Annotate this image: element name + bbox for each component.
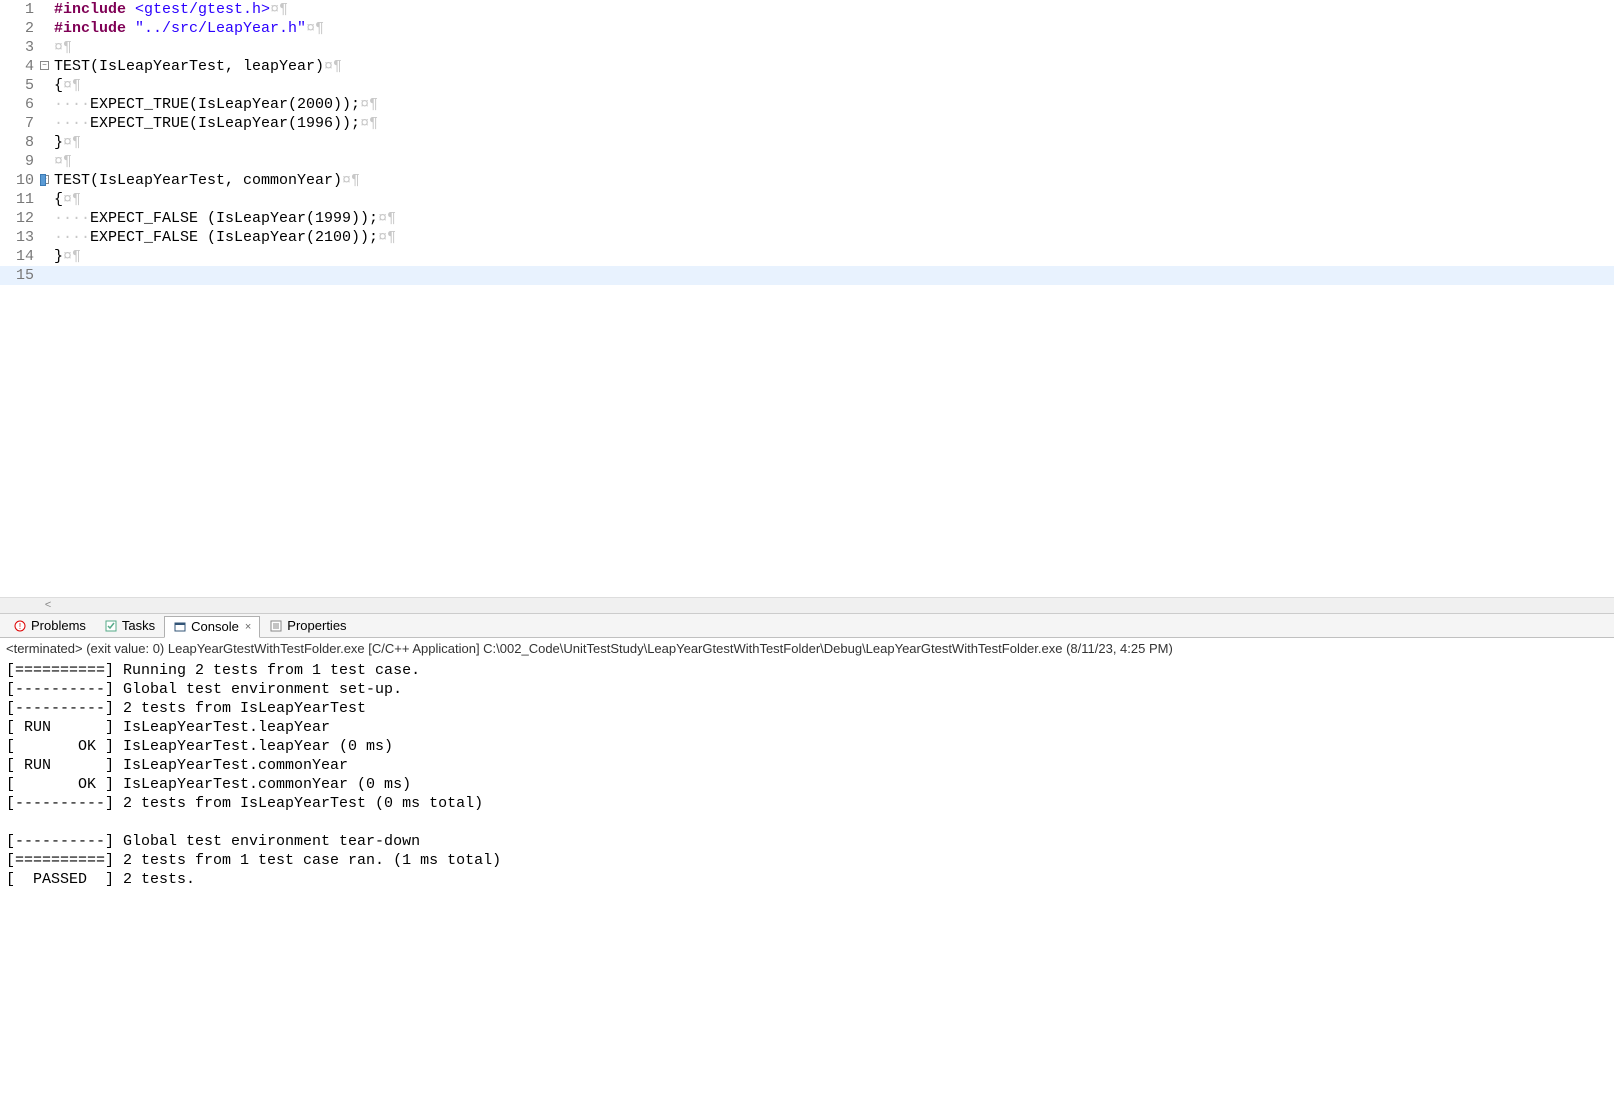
- line-number: 8: [0, 133, 40, 152]
- fold-gutter: [40, 114, 54, 133]
- code-line[interactable]: 8 }¤¶: [0, 133, 1614, 152]
- code-line[interactable]: 14 }¤¶: [0, 247, 1614, 266]
- code-text[interactable]: ····EXPECT_FALSE (IsLeapYear(2100));¤¶: [54, 228, 1614, 247]
- fold-gutter: [40, 0, 54, 19]
- editor-area: 1 #include <gtest/gtest.h>¤¶ 2 #include "..…: [0, 0, 1614, 614]
- code-text[interactable]: ····EXPECT_TRUE(IsLeapYear(1996));¤¶: [54, 114, 1614, 133]
- code-pane[interactable]: 1 #include <gtest/gtest.h>¤¶ 2 #include "..…: [0, 0, 1614, 597]
- fold-gutter: [40, 38, 54, 57]
- code-line[interactable]: 3 ¤¶: [0, 38, 1614, 57]
- line-number: 12: [0, 209, 40, 228]
- code-text[interactable]: }¤¶: [54, 247, 1614, 266]
- fold-gutter: [40, 95, 54, 114]
- code-line[interactable]: 15: [0, 266, 1614, 285]
- code-line[interactable]: 6 ····EXPECT_TRUE(IsLeapYear(2000));¤¶: [0, 95, 1614, 114]
- fold-gutter[interactable]: −: [40, 57, 54, 76]
- code-line[interactable]: 13 ····EXPECT_FALSE (IsLeapYear(2100));¤¶: [0, 228, 1614, 247]
- bottom-tabs: ! Problems Tasks Console × Properties: [0, 614, 1614, 638]
- tab-label: Tasks: [122, 618, 155, 633]
- close-icon[interactable]: ×: [245, 621, 251, 633]
- fold-gutter: [40, 19, 54, 38]
- line-number: 2: [0, 19, 40, 38]
- code-line[interactable]: 11 {¤¶: [0, 190, 1614, 209]
- line-number: 11: [0, 190, 40, 209]
- line-number: 15: [0, 266, 40, 285]
- line-number: 3: [0, 38, 40, 57]
- code-text[interactable]: ¤¶: [54, 38, 1614, 57]
- code-text[interactable]: #include "../src/LeapYear.h"¤¶: [54, 19, 1614, 38]
- line-number: 9: [0, 152, 40, 171]
- tab-problems[interactable]: ! Problems: [4, 615, 95, 637]
- code-text[interactable]: ¤¶: [54, 152, 1614, 171]
- line-number: 5: [0, 76, 40, 95]
- line-number: 4: [0, 57, 40, 76]
- code-line[interactable]: 10−TEST(IsLeapYearTest, commonYear)¤¶: [0, 171, 1614, 190]
- code-text[interactable]: }¤¶: [54, 133, 1614, 152]
- horizontal-scrollbar[interactable]: <: [0, 597, 1614, 613]
- line-number: 10: [0, 171, 40, 190]
- scroll-left-arrow[interactable]: <: [40, 598, 56, 614]
- code-line[interactable]: 7 ····EXPECT_TRUE(IsLeapYear(1996));¤¶: [0, 114, 1614, 133]
- tab-label: Problems: [31, 618, 86, 633]
- code-text[interactable]: {¤¶: [54, 190, 1614, 209]
- fold-gutter: [40, 133, 54, 152]
- fold-gutter: [40, 266, 54, 285]
- fold-gutter: [40, 190, 54, 209]
- problems-icon: !: [13, 619, 27, 633]
- fold-gutter: [40, 152, 54, 171]
- code-line[interactable]: 4−TEST(IsLeapYearTest, leapYear)¤¶: [0, 57, 1614, 76]
- console-header: <terminated> (exit value: 0) LeapYearGte…: [0, 638, 1614, 659]
- code-text[interactable]: TEST(IsLeapYearTest, commonYear)¤¶: [54, 171, 1614, 190]
- tab-label: Console: [191, 619, 239, 634]
- console-output[interactable]: [==========] Running 2 tests from 1 test…: [0, 659, 1614, 1094]
- tab-properties[interactable]: Properties: [260, 615, 355, 637]
- line-number: 6: [0, 95, 40, 114]
- tasks-icon: [104, 619, 118, 633]
- fold-gutter: [40, 247, 54, 266]
- code-text[interactable]: {¤¶: [54, 76, 1614, 95]
- properties-icon: [269, 619, 283, 633]
- bottom-panel: ! Problems Tasks Console × Properties <t…: [0, 614, 1614, 1094]
- code-text[interactable]: [54, 266, 1614, 285]
- fold-gutter: [40, 228, 54, 247]
- code-line[interactable]: 12 ····EXPECT_FALSE (IsLeapYear(1999));¤¶: [0, 209, 1614, 228]
- console-icon: [173, 620, 187, 634]
- tab-label: Properties: [287, 618, 346, 633]
- code-line[interactable]: 9 ¤¶: [0, 152, 1614, 171]
- line-number: 1: [0, 0, 40, 19]
- fold-toggle-icon[interactable]: −: [40, 61, 49, 70]
- code-text[interactable]: ····EXPECT_FALSE (IsLeapYear(1999));¤¶: [54, 209, 1614, 228]
- line-number: 7: [0, 114, 40, 133]
- overview-mark: [40, 174, 46, 186]
- code-line[interactable]: 2 #include "../src/LeapYear.h"¤¶: [0, 19, 1614, 38]
- code-line[interactable]: 1 #include <gtest/gtest.h>¤¶: [0, 0, 1614, 19]
- fold-gutter: [40, 76, 54, 95]
- line-number: 14: [0, 247, 40, 266]
- svg-text:!: !: [19, 622, 21, 631]
- tab-tasks[interactable]: Tasks: [95, 615, 164, 637]
- line-number: 13: [0, 228, 40, 247]
- fold-gutter[interactable]: −: [40, 171, 54, 190]
- tab-console[interactable]: Console ×: [164, 616, 260, 638]
- code-text[interactable]: ····EXPECT_TRUE(IsLeapYear(2000));¤¶: [54, 95, 1614, 114]
- fold-gutter: [40, 209, 54, 228]
- code-text[interactable]: #include <gtest/gtest.h>¤¶: [54, 0, 1614, 19]
- code-text[interactable]: TEST(IsLeapYearTest, leapYear)¤¶: [54, 57, 1614, 76]
- code-line[interactable]: 5 {¤¶: [0, 76, 1614, 95]
